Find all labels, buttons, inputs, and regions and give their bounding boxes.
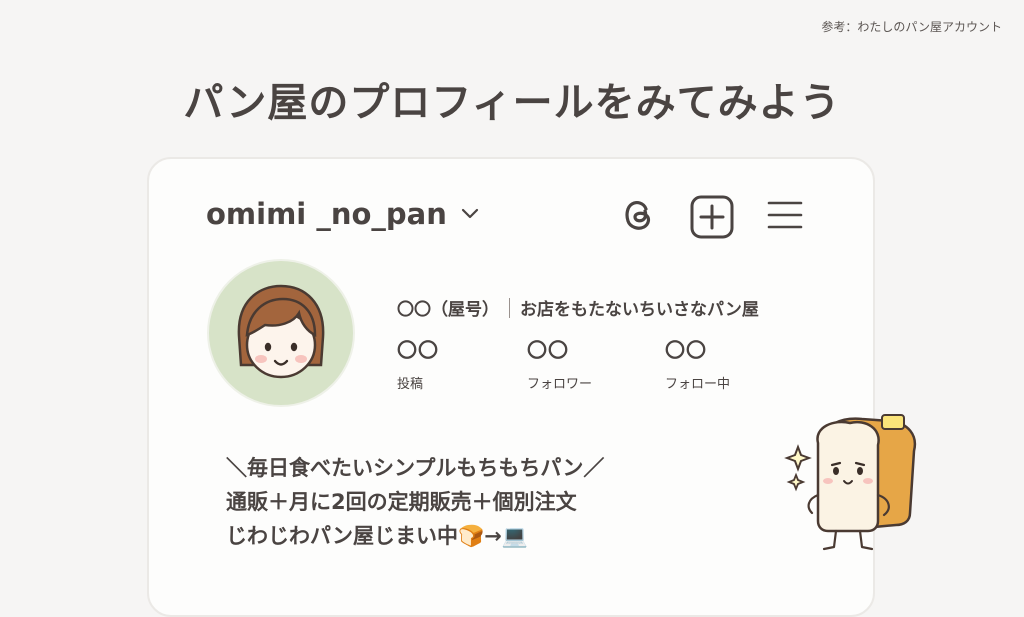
bio-line: ＼毎日食べたいシンプルもちもちパン／ — [226, 456, 605, 480]
stat-value: 〇〇 — [527, 338, 569, 362]
stat-posts[interactable]: 〇〇 投稿 — [397, 334, 439, 392]
stat-value: 〇〇 — [397, 338, 439, 362]
stat-label: フォロー中 — [665, 377, 731, 392]
avatar[interactable] — [207, 259, 355, 407]
stat-following[interactable]: 〇〇 フォロー中 — [665, 334, 730, 392]
page-title: パン屋のプロフィールをみてみよう — [183, 80, 841, 126]
stat-followers[interactable]: 〇〇 フォロワー — [527, 334, 592, 392]
threads-icon[interactable] — [619, 195, 659, 235]
plus-square-icon[interactable] — [690, 195, 734, 239]
bio-line: 通販＋月に2回の定期販売＋個別注文 — [226, 490, 577, 514]
avatar-illustration — [237, 284, 325, 379]
username: omimi _no_pan — [206, 197, 447, 231]
reference-note: 参考：わたしのパン屋アカウント — [821, 20, 1002, 34]
divider — [509, 297, 510, 318]
stat-label: 投稿 — [397, 377, 424, 392]
profile-bio: ＼毎日食べたいシンプルもちもちパン／ 通販＋月に2回の定期販売＋個別注文 じわじ… — [226, 451, 604, 553]
account-switcher[interactable]: omimi _no_pan — [206, 197, 479, 231]
shop-name: 〇〇（屋号） — [397, 300, 499, 320]
bio-line: じわじわパン屋じまい中🍞→💻 — [226, 524, 528, 548]
bread-mascot-illustration — [784, 414, 917, 551]
profile-card: omimi _no_pan 〇〇（屋号） お店をもたないちいさなパン屋 〇〇 投… — [147, 157, 875, 617]
profile-name: 〇〇（屋号） お店をもたないちいさなパン屋 — [397, 295, 759, 320]
menu-icon[interactable] — [765, 195, 805, 235]
stat-value: 〇〇 — [665, 338, 707, 362]
chevron-down-icon — [461, 208, 478, 219]
stat-label: フォロワー — [527, 377, 593, 392]
tagline: お店をもたないちいさなパン屋 — [520, 300, 759, 320]
profile-stats: 〇〇 投稿 〇〇 フォロワー 〇〇 フォロー中 — [397, 334, 797, 394]
